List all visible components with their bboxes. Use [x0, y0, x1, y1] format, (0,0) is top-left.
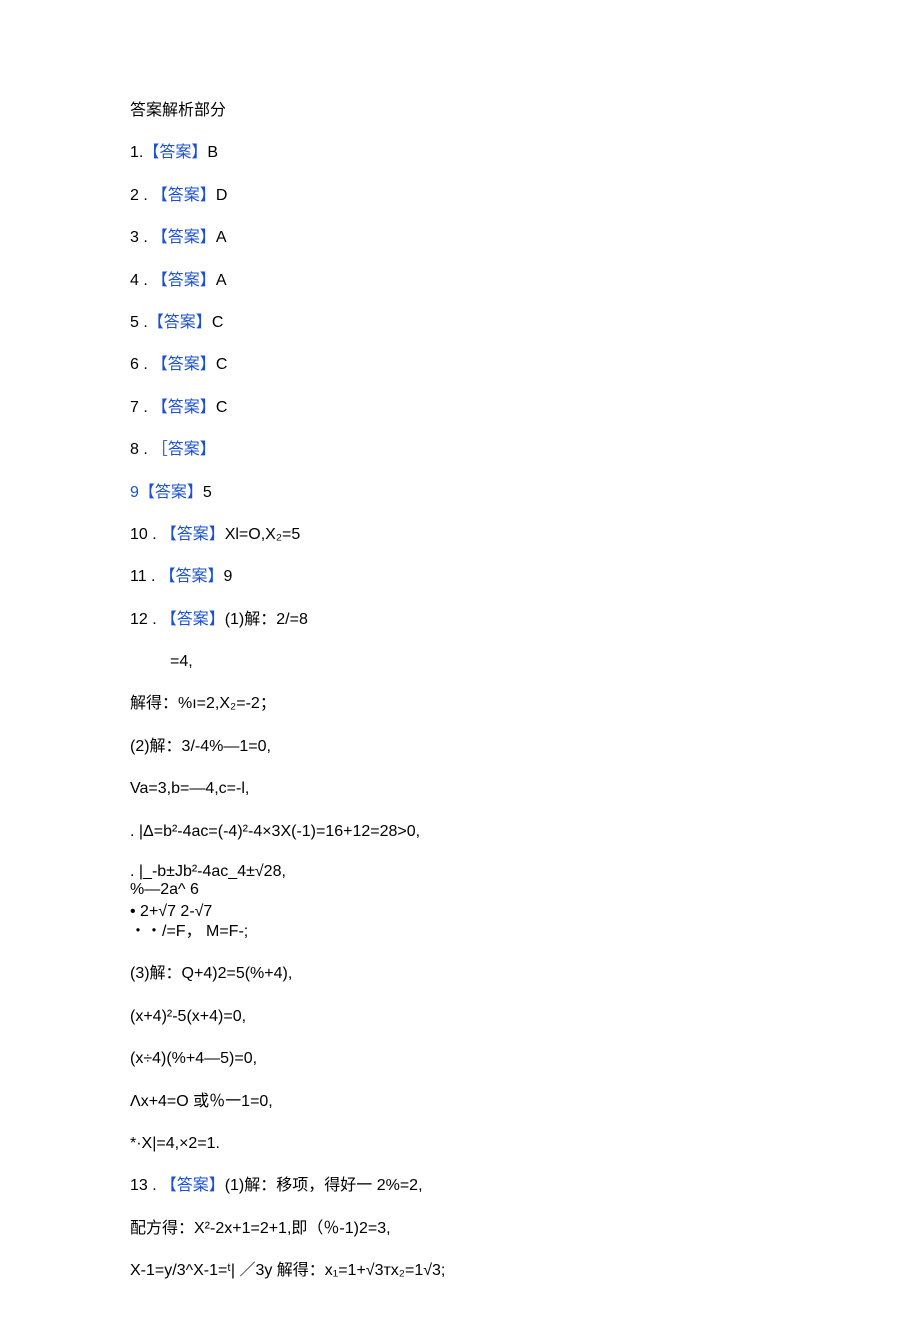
- answer-label: 【答案】: [152, 272, 216, 289]
- answer-value: D: [216, 187, 228, 204]
- item-number: 1.: [130, 144, 143, 161]
- answer-row-1: 1.【答案】B: [130, 142, 790, 164]
- work-line: . |_-b±Jb²-4ac_4±√28,: [130, 863, 790, 881]
- answer-row-8: 8 . ［答案】: [130, 439, 790, 461]
- answer-row-6: 6 . 【答案】C: [130, 354, 790, 376]
- work-line: (x+4)²-5(x+4)=0,: [130, 1006, 790, 1028]
- answer-label: 【答案】: [152, 187, 216, 204]
- work-line: (2)解：3/-4%—1=0,: [130, 736, 790, 758]
- answer-row-11: 11 . 【答案】9: [130, 566, 790, 588]
- answer-value: C: [212, 314, 224, 331]
- answer-label: 【答案】: [161, 526, 225, 543]
- answer-value: A: [216, 272, 227, 289]
- answer-label: 【答案】: [152, 356, 216, 373]
- item-number: 11 .: [130, 568, 156, 585]
- answer-value: 5: [203, 484, 212, 501]
- item-number: 9: [130, 484, 139, 501]
- answer-label: 【答案】: [160, 568, 224, 585]
- item-number: 2 .: [130, 187, 148, 204]
- answer-value: C: [216, 399, 228, 416]
- item-number: 5 .: [130, 314, 148, 331]
- work-line: (3)解：Q+4)2=5(%+4),: [130, 963, 790, 985]
- answer-value: C: [216, 356, 228, 373]
- work-line: Va=3,b=—4,c=-l,: [130, 778, 790, 800]
- work-line: *·X|=4,×2=1.: [130, 1133, 790, 1155]
- answer-value: A: [216, 229, 227, 246]
- work-line: Λx+4=O 或％一1=0,: [130, 1091, 790, 1113]
- answer-lead: (1)解：移项，得好一 2%=2,: [225, 1177, 423, 1194]
- answer-row-3: 3 . 【答案】A: [130, 227, 790, 249]
- work-line: X-1=y/3^X-1=ᵗ| ／3y 解得：x₁=1+√3тx₂=1√3;: [130, 1260, 790, 1282]
- answer-label: 【答案】: [139, 484, 203, 501]
- answer-value: B: [207, 144, 218, 161]
- answer-label: 【答案】: [152, 399, 216, 416]
- item-number: 12 .: [130, 611, 157, 628]
- item-number: 6 .: [130, 356, 148, 373]
- work-line: . |Δ=b²-4ac=(-4)²-4×3X(-1)=16+12=28>0,: [130, 821, 790, 843]
- answer-value: Xl=O,X₂=5: [225, 526, 301, 543]
- answer-label: ［答案】: [152, 441, 216, 458]
- answer-row-2: 2 . 【答案】D: [130, 185, 790, 207]
- work-line: 配方得：X²-2x+1=2+1,即（％-1)2=3,: [130, 1218, 790, 1240]
- item-number: 7 .: [130, 399, 148, 416]
- item-number: 10 .: [130, 526, 157, 543]
- document-page: 答案解析部分 1.【答案】B 2 . 【答案】D 3 . 【答案】A 4 . 【…: [0, 0, 920, 1343]
- answer-row-7: 7 . 【答案】C: [130, 397, 790, 419]
- item-number: 3 .: [130, 229, 148, 246]
- answer-lead: (1)解：2/=8: [225, 611, 308, 628]
- answer-row-5: 5 .【答案】C: [130, 312, 790, 334]
- answer-row-4: 4 . 【答案】A: [130, 270, 790, 292]
- work-line: ・・/=F， M=F-;: [130, 921, 790, 943]
- work-line: %—2a^ 6: [130, 881, 790, 899]
- item-number: 8 .: [130, 441, 148, 458]
- answer-label: 【答案】: [143, 144, 207, 161]
- answer-value: 9: [224, 568, 233, 585]
- work-line: 解得：%ı=2,X₂=-2；: [130, 693, 790, 715]
- item-number: 4 .: [130, 272, 148, 289]
- answer-label: 【答案】: [161, 1177, 225, 1194]
- answer-row-10: 10 . 【答案】Xl=O,X₂=5: [130, 524, 790, 546]
- answer-row-9: 9【答案】5: [130, 482, 790, 504]
- work-line: =4,: [130, 651, 790, 673]
- answer-label: 【答案】: [152, 229, 216, 246]
- section-header: 答案解析部分: [130, 100, 790, 122]
- answer-label: 【答案】: [148, 314, 212, 331]
- answer-row-13: 13 . 【答案】(1)解：移项，得好一 2%=2,: [130, 1175, 790, 1197]
- answer-row-12: 12 . 【答案】(1)解：2/=8: [130, 609, 790, 631]
- answer-label: 【答案】: [161, 611, 225, 628]
- item-number: 13 .: [130, 1177, 157, 1194]
- work-line: • 2+√7 2-√7: [130, 903, 790, 921]
- work-line: (x÷4)(%+4—5)=0,: [130, 1048, 790, 1070]
